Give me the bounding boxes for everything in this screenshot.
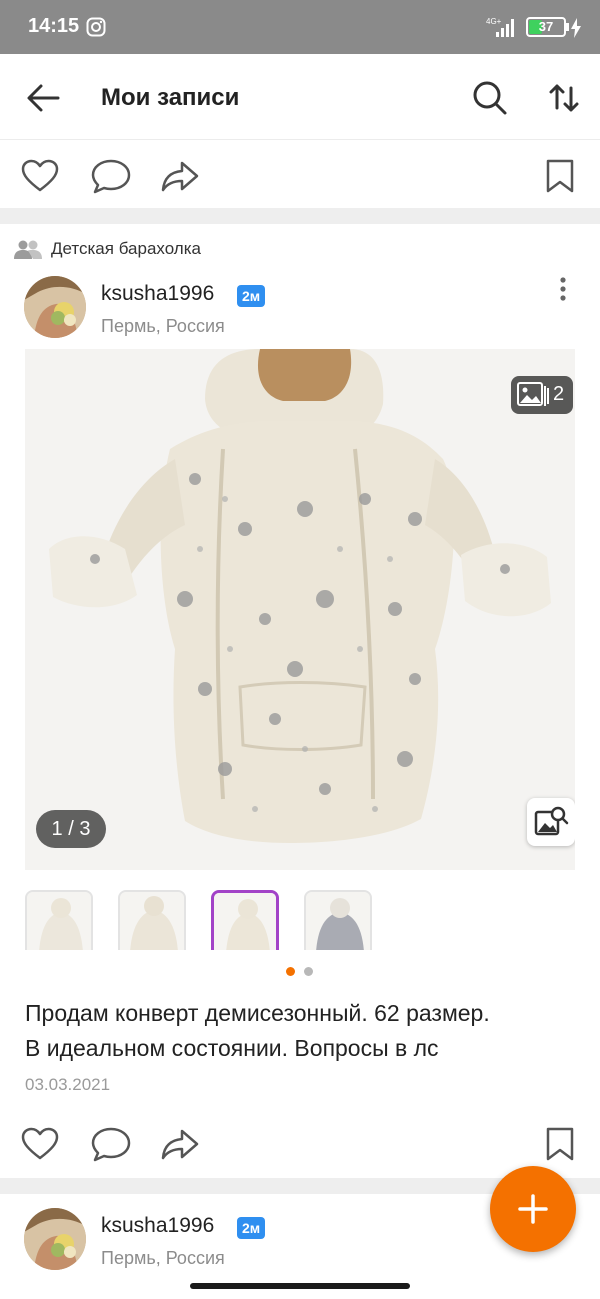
signal-icon: 4G+ [486, 17, 514, 37]
instagram-icon [86, 17, 106, 37]
post-text-line: Продам конверт демисезонный. 62 размер. [25, 1000, 490, 1026]
status-bar: 14:15 4G+ 37 [0, 0, 600, 54]
post-date: 03.03.2021 [25, 1075, 111, 1094]
post-text: Продам конверт демисезонный. 62 размер. … [25, 996, 585, 1066]
photo-thumbnail[interactable] [25, 890, 93, 950]
search-icon[interactable] [470, 78, 510, 118]
author-location: Пермь, Россия [101, 1248, 225, 1268]
carousel-dots [286, 967, 316, 977]
bookmark-icon[interactable] [544, 1126, 576, 1162]
battery-icon: 37 [526, 17, 566, 37]
app-bar: Мои записи [0, 54, 600, 140]
group-name[interactable]: Детская барахолка [51, 239, 201, 259]
sort-icon[interactable] [546, 78, 582, 118]
status-time: 14:15 [28, 15, 80, 37]
battery-tip [566, 23, 569, 31]
avatar[interactable] [24, 1208, 86, 1270]
avatar[interactable] [24, 276, 86, 338]
image-search-button[interactable] [527, 798, 575, 846]
author-name[interactable]: ksusha1996 [101, 282, 214, 306]
photo-pager: 1 / 3 [36, 810, 106, 848]
carousel-dot [286, 967, 295, 976]
battery-level: 37 [538, 19, 554, 34]
photo-thumbnail[interactable] [118, 890, 186, 950]
age-badge: 2м [237, 1217, 266, 1239]
like-icon[interactable] [20, 1126, 60, 1162]
share-icon[interactable] [160, 1126, 200, 1162]
feed-divider [0, 208, 600, 224]
bookmark-icon[interactable] [544, 158, 576, 194]
snowsuit-image [25, 349, 575, 870]
photo-count: 2 [553, 383, 565, 405]
create-post-button[interactable] [490, 1166, 576, 1252]
photo-count-badge: 2 [511, 376, 573, 414]
image-search-icon [534, 806, 569, 836]
age-badge: 2м [237, 285, 266, 307]
more-icon[interactable] [552, 276, 574, 306]
post-author: ksusha1996 2м Пермь, Россия [0, 276, 600, 346]
home-indicator[interactable] [190, 1283, 410, 1289]
network-label: 4G+ [486, 17, 502, 26]
charging-icon [571, 18, 581, 38]
author-location: Пермь, Россия [101, 316, 225, 336]
share-icon[interactable] [160, 158, 200, 194]
like-icon[interactable] [20, 158, 60, 194]
plus-icon [518, 1194, 548, 1224]
post-actions [0, 1108, 600, 1178]
page-title: Мои записи [101, 84, 240, 111]
gallery-icon [517, 382, 549, 406]
author-name[interactable]: ksusha1996 [101, 1214, 214, 1238]
comment-icon[interactable] [90, 1126, 132, 1162]
photo-thumbnail-selected[interactable] [211, 890, 279, 950]
photo-thumbnails [25, 890, 385, 950]
back-arrow-icon[interactable] [24, 78, 64, 118]
group-icon [14, 240, 42, 259]
post-text-line: В идеальном состоянии. Вопросы в лс [25, 1035, 439, 1061]
comment-icon[interactable] [90, 158, 132, 194]
post-photo[interactable]: 2 1 / 3 [25, 349, 575, 870]
photo-thumbnail[interactable] [304, 890, 372, 950]
carousel-dot [304, 967, 313, 976]
previous-post-actions [0, 140, 600, 210]
